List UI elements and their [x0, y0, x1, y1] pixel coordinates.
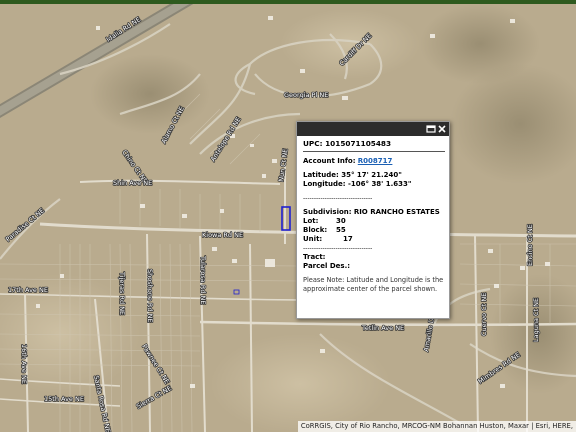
account-info-link[interactable]: R008717	[358, 157, 393, 165]
street-label: Encino Ct NE	[526, 224, 534, 266]
coordinates-note: Please Note: Latitude and Longitude is t…	[303, 276, 444, 293]
block-label: Block:	[303, 226, 328, 234]
divider	[303, 151, 445, 152]
street-label: Laguna Ct NE	[532, 298, 540, 342]
latitude-text: Latitude: 35° 17' 21.240"	[303, 171, 402, 179]
close-icon[interactable]	[437, 124, 447, 134]
longitude-text: Longitude: -106° 38' 1.633"	[303, 180, 412, 188]
account-info-label: Account Info:	[303, 157, 356, 165]
lot-value: 30	[336, 217, 346, 225]
separator-text: --------------------------------	[303, 245, 373, 252]
upc-label: UPC: 1015071105483	[303, 139, 392, 148]
street-label: Tularosa Rd NE	[199, 255, 207, 305]
unit-label: Unit:	[303, 235, 323, 243]
street-label: Tijeras Rd NE	[118, 271, 126, 315]
street-label: 16th Ave NE	[20, 344, 28, 384]
block-value: 55	[336, 226, 346, 234]
street-label: 15th Ave NE	[44, 395, 84, 403]
popup-header	[297, 122, 449, 136]
maximize-icon[interactable]	[426, 124, 436, 134]
subdivision-label: Subdivision:	[303, 208, 352, 216]
subdivision-value: RIO RANCHO ESTATES	[353, 208, 440, 216]
unit-value: 17	[343, 235, 353, 243]
street-label: Kiowa Rd NE	[202, 231, 243, 239]
street-label: Tetlin Ave NE	[361, 324, 404, 332]
map-attribution: CoRRGIS, City of Rio Rancho, MRCOG-NM Bo…	[297, 421, 576, 432]
separator-text: --------------------------------	[303, 195, 373, 202]
street-label: Georgia Pl NE	[284, 91, 328, 99]
parcel-info-popup: UPC: 1015071105483 Account Info: R008717…	[296, 121, 450, 319]
street-label: Cuervo Ct NE	[480, 293, 488, 336]
street-label: 17th Ave NE	[8, 286, 48, 294]
map-view[interactable]: Idalia Rd NE Cardiff Dr NE Georgia Pl NE…	[0, 4, 576, 432]
parcel-description-label: Parcel Des.:	[303, 262, 351, 270]
street-label: Shin Ave NE	[113, 179, 152, 187]
popup-content: UPC: 1015071105483 Account Info: R008717…	[303, 139, 445, 293]
lot-label: Lot:	[303, 217, 319, 225]
street-label: Shoshone Rd NE	[146, 269, 154, 323]
tract-label: Tract:	[303, 253, 326, 261]
